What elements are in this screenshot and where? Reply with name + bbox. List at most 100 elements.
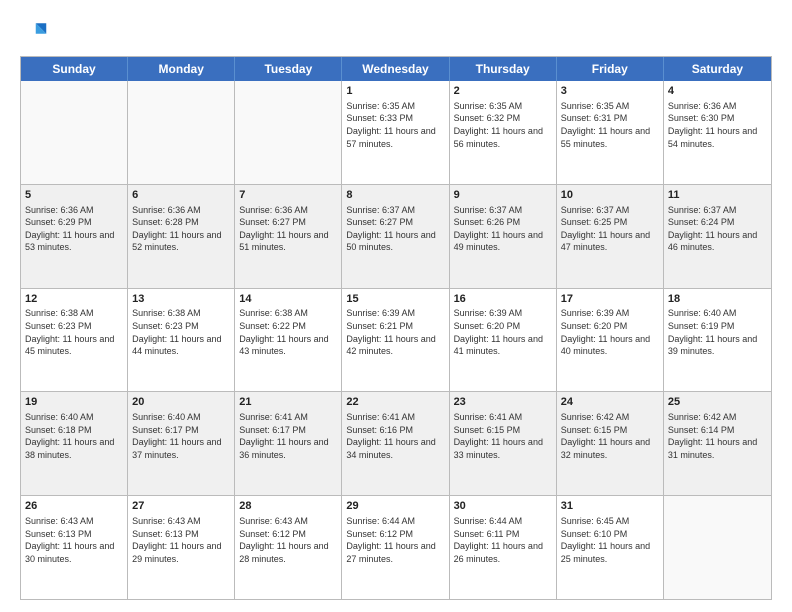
calendar: SundayMondayTuesdayWednesdayThursdayFrid… (20, 56, 772, 600)
day-number: 27 (132, 499, 230, 514)
day-number: 11 (668, 188, 767, 203)
page-header (20, 18, 772, 46)
header-day-monday: Monday (128, 57, 235, 81)
day-cell-19: 19Sunrise: 6:40 AM Sunset: 6:18 PM Dayli… (21, 392, 128, 495)
day-cell-2: 2Sunrise: 6:35 AM Sunset: 6:32 PM Daylig… (450, 81, 557, 184)
day-info: Sunrise: 6:40 AM Sunset: 6:17 PM Dayligh… (132, 411, 230, 461)
day-info: Sunrise: 6:40 AM Sunset: 6:19 PM Dayligh… (668, 307, 767, 357)
day-cell-7: 7Sunrise: 6:36 AM Sunset: 6:27 PM Daylig… (235, 185, 342, 288)
day-info: Sunrise: 6:38 AM Sunset: 6:22 PM Dayligh… (239, 307, 337, 357)
logo-icon (20, 18, 48, 46)
day-info: Sunrise: 6:35 AM Sunset: 6:33 PM Dayligh… (346, 100, 444, 150)
day-info: Sunrise: 6:37 AM Sunset: 6:25 PM Dayligh… (561, 204, 659, 254)
day-cell-27: 27Sunrise: 6:43 AM Sunset: 6:13 PM Dayli… (128, 496, 235, 599)
day-info: Sunrise: 6:39 AM Sunset: 6:20 PM Dayligh… (454, 307, 552, 357)
day-number: 7 (239, 188, 337, 203)
day-number: 31 (561, 499, 659, 514)
calendar-row-2: 5Sunrise: 6:36 AM Sunset: 6:29 PM Daylig… (21, 185, 771, 289)
day-info: Sunrise: 6:43 AM Sunset: 6:13 PM Dayligh… (132, 515, 230, 565)
day-cell-31: 31Sunrise: 6:45 AM Sunset: 6:10 PM Dayli… (557, 496, 664, 599)
day-number: 16 (454, 292, 552, 307)
day-cell-26: 26Sunrise: 6:43 AM Sunset: 6:13 PM Dayli… (21, 496, 128, 599)
day-info: Sunrise: 6:35 AM Sunset: 6:32 PM Dayligh… (454, 100, 552, 150)
day-info: Sunrise: 6:35 AM Sunset: 6:31 PM Dayligh… (561, 100, 659, 150)
day-number: 26 (25, 499, 123, 514)
header-day-thursday: Thursday (450, 57, 557, 81)
day-cell-8: 8Sunrise: 6:37 AM Sunset: 6:27 PM Daylig… (342, 185, 449, 288)
day-number: 29 (346, 499, 444, 514)
day-number: 2 (454, 84, 552, 99)
day-number: 12 (25, 292, 123, 307)
day-info: Sunrise: 6:37 AM Sunset: 6:24 PM Dayligh… (668, 204, 767, 254)
day-cell-11: 11Sunrise: 6:37 AM Sunset: 6:24 PM Dayli… (664, 185, 771, 288)
logo (20, 18, 52, 46)
header-day-wednesday: Wednesday (342, 57, 449, 81)
day-number: 15 (346, 292, 444, 307)
day-info: Sunrise: 6:36 AM Sunset: 6:30 PM Dayligh… (668, 100, 767, 150)
calendar-header: SundayMondayTuesdayWednesdayThursdayFrid… (21, 57, 771, 81)
day-number: 24 (561, 395, 659, 410)
day-info: Sunrise: 6:41 AM Sunset: 6:15 PM Dayligh… (454, 411, 552, 461)
day-number: 13 (132, 292, 230, 307)
day-number: 25 (668, 395, 767, 410)
header-day-sunday: Sunday (21, 57, 128, 81)
day-cell-6: 6Sunrise: 6:36 AM Sunset: 6:28 PM Daylig… (128, 185, 235, 288)
day-info: Sunrise: 6:45 AM Sunset: 6:10 PM Dayligh… (561, 515, 659, 565)
day-number: 19 (25, 395, 123, 410)
day-info: Sunrise: 6:37 AM Sunset: 6:26 PM Dayligh… (454, 204, 552, 254)
day-info: Sunrise: 6:41 AM Sunset: 6:16 PM Dayligh… (346, 411, 444, 461)
day-cell-24: 24Sunrise: 6:42 AM Sunset: 6:15 PM Dayli… (557, 392, 664, 495)
calendar-row-5: 26Sunrise: 6:43 AM Sunset: 6:13 PM Dayli… (21, 496, 771, 599)
calendar-body: 1Sunrise: 6:35 AM Sunset: 6:33 PM Daylig… (21, 81, 771, 599)
day-number: 23 (454, 395, 552, 410)
day-cell-21: 21Sunrise: 6:41 AM Sunset: 6:17 PM Dayli… (235, 392, 342, 495)
day-cell-30: 30Sunrise: 6:44 AM Sunset: 6:11 PM Dayli… (450, 496, 557, 599)
calendar-row-4: 19Sunrise: 6:40 AM Sunset: 6:18 PM Dayli… (21, 392, 771, 496)
day-info: Sunrise: 6:40 AM Sunset: 6:18 PM Dayligh… (25, 411, 123, 461)
day-cell-16: 16Sunrise: 6:39 AM Sunset: 6:20 PM Dayli… (450, 289, 557, 392)
day-info: Sunrise: 6:38 AM Sunset: 6:23 PM Dayligh… (25, 307, 123, 357)
day-info: Sunrise: 6:37 AM Sunset: 6:27 PM Dayligh… (346, 204, 444, 254)
header-day-tuesday: Tuesday (235, 57, 342, 81)
calendar-row-3: 12Sunrise: 6:38 AM Sunset: 6:23 PM Dayli… (21, 289, 771, 393)
day-info: Sunrise: 6:44 AM Sunset: 6:11 PM Dayligh… (454, 515, 552, 565)
day-cell-20: 20Sunrise: 6:40 AM Sunset: 6:17 PM Dayli… (128, 392, 235, 495)
day-info: Sunrise: 6:36 AM Sunset: 6:29 PM Dayligh… (25, 204, 123, 254)
day-number: 6 (132, 188, 230, 203)
day-cell-25: 25Sunrise: 6:42 AM Sunset: 6:14 PM Dayli… (664, 392, 771, 495)
day-cell-28: 28Sunrise: 6:43 AM Sunset: 6:12 PM Dayli… (235, 496, 342, 599)
day-cell-4: 4Sunrise: 6:36 AM Sunset: 6:30 PM Daylig… (664, 81, 771, 184)
day-number: 21 (239, 395, 337, 410)
day-info: Sunrise: 6:36 AM Sunset: 6:27 PM Dayligh… (239, 204, 337, 254)
day-cell-15: 15Sunrise: 6:39 AM Sunset: 6:21 PM Dayli… (342, 289, 449, 392)
empty-cell (235, 81, 342, 184)
day-number: 5 (25, 188, 123, 203)
day-cell-14: 14Sunrise: 6:38 AM Sunset: 6:22 PM Dayli… (235, 289, 342, 392)
day-cell-13: 13Sunrise: 6:38 AM Sunset: 6:23 PM Dayli… (128, 289, 235, 392)
day-number: 9 (454, 188, 552, 203)
day-number: 10 (561, 188, 659, 203)
day-cell-18: 18Sunrise: 6:40 AM Sunset: 6:19 PM Dayli… (664, 289, 771, 392)
day-info: Sunrise: 6:36 AM Sunset: 6:28 PM Dayligh… (132, 204, 230, 254)
day-cell-9: 9Sunrise: 6:37 AM Sunset: 6:26 PM Daylig… (450, 185, 557, 288)
day-info: Sunrise: 6:42 AM Sunset: 6:14 PM Dayligh… (668, 411, 767, 461)
day-info: Sunrise: 6:38 AM Sunset: 6:23 PM Dayligh… (132, 307, 230, 357)
day-info: Sunrise: 6:43 AM Sunset: 6:13 PM Dayligh… (25, 515, 123, 565)
day-number: 20 (132, 395, 230, 410)
header-day-saturday: Saturday (664, 57, 771, 81)
calendar-row-1: 1Sunrise: 6:35 AM Sunset: 6:33 PM Daylig… (21, 81, 771, 185)
day-cell-29: 29Sunrise: 6:44 AM Sunset: 6:12 PM Dayli… (342, 496, 449, 599)
day-number: 14 (239, 292, 337, 307)
day-info: Sunrise: 6:42 AM Sunset: 6:15 PM Dayligh… (561, 411, 659, 461)
day-info: Sunrise: 6:44 AM Sunset: 6:12 PM Dayligh… (346, 515, 444, 565)
day-number: 18 (668, 292, 767, 307)
empty-cell (664, 496, 771, 599)
day-number: 4 (668, 84, 767, 99)
day-info: Sunrise: 6:43 AM Sunset: 6:12 PM Dayligh… (239, 515, 337, 565)
day-number: 22 (346, 395, 444, 410)
day-cell-17: 17Sunrise: 6:39 AM Sunset: 6:20 PM Dayli… (557, 289, 664, 392)
day-info: Sunrise: 6:39 AM Sunset: 6:20 PM Dayligh… (561, 307, 659, 357)
header-day-friday: Friday (557, 57, 664, 81)
day-info: Sunrise: 6:39 AM Sunset: 6:21 PM Dayligh… (346, 307, 444, 357)
empty-cell (21, 81, 128, 184)
